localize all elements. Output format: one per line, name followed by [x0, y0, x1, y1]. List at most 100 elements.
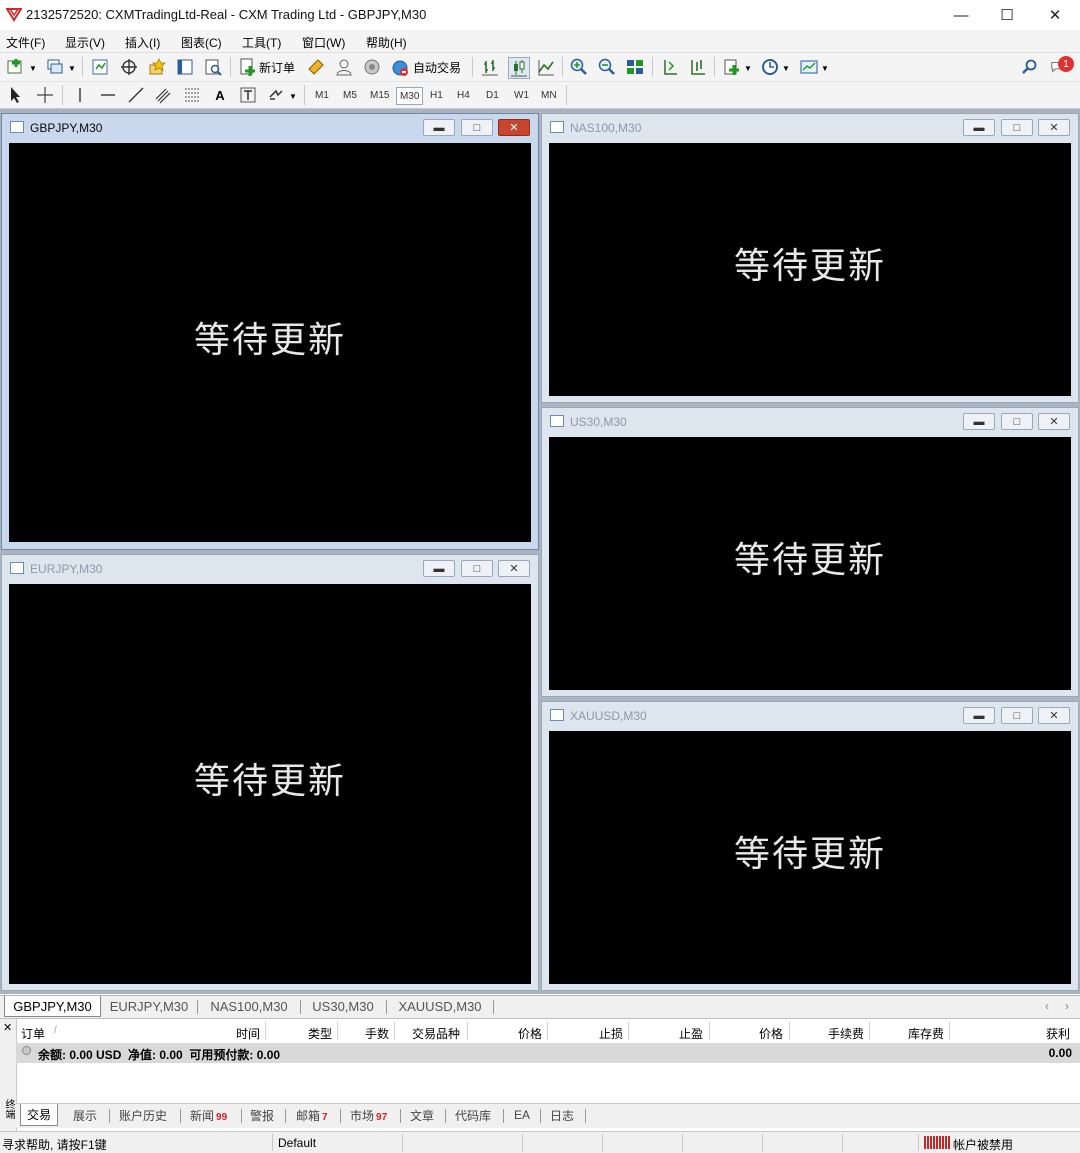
chart-window-gbpjpy[interactable]: GBPJPY,M30 ▬ □ ✕ 等待更新: [1, 113, 539, 550]
col-lots[interactable]: 手数: [365, 1025, 389, 1042]
col-price[interactable]: 价格: [518, 1025, 542, 1042]
line-chart-icon[interactable]: [536, 57, 556, 77]
chart-tab-gbpjpy[interactable]: GBPJPY,M30: [4, 996, 101, 1017]
col-stop-loss[interactable]: 止损: [599, 1025, 623, 1042]
vertical-line-icon[interactable]: [70, 85, 90, 105]
templates-dropdown-icon[interactable]: ▼: [821, 64, 829, 73]
auto-trading-icon[interactable]: [390, 57, 410, 77]
auto-scroll-icon[interactable]: [660, 57, 680, 77]
candlestick-chart-icon[interactable]: [508, 57, 530, 79]
indicators-dropdown-icon[interactable]: ▼: [744, 64, 752, 73]
col-type[interactable]: 类型: [308, 1025, 332, 1042]
terminal-tab-mailbox[interactable]: 邮箱 7: [296, 1104, 328, 1126]
tabs-scroll-left-icon[interactable]: ‹: [1045, 999, 1049, 1013]
tile-windows-icon[interactable]: [625, 57, 645, 77]
arrow-objects-dropdown-icon[interactable]: ▼: [289, 92, 297, 101]
text-label-icon[interactable]: [238, 85, 258, 105]
market-icon[interactable]: [362, 57, 382, 77]
terminal-tab-exposure[interactable]: 展示: [73, 1104, 97, 1126]
text-tool-icon[interactable]: A: [210, 85, 230, 105]
timeframe-m30[interactable]: M30: [396, 87, 424, 105]
terminal-tab-articles[interactable]: 文章: [410, 1104, 434, 1126]
timeframe-w1[interactable]: W1: [511, 87, 532, 103]
chart-window-eurjpy[interactable]: EURJPY,M30 ▬ □ ✕ 等待更新: [1, 554, 539, 991]
timeframe-h1[interactable]: H1: [427, 87, 446, 103]
col-take-profit[interactable]: 止盈: [679, 1025, 703, 1042]
balance-row[interactable]: 余额: 0.00 USD 净值: 0.00 可用预付款: 0.00 0.00: [16, 1043, 1080, 1063]
metaeditor-icon[interactable]: [306, 57, 326, 77]
terminal-tab-journal[interactable]: 日志: [550, 1104, 574, 1126]
horizontal-line-icon[interactable]: [98, 85, 118, 105]
chart-window-xauusd[interactable]: XAUUSD,M30 ▬ □ ✕ 等待更新: [541, 701, 1079, 991]
chart-minimize-button[interactable]: ▬: [963, 413, 995, 430]
chart-canvas[interactable]: 等待更新: [549, 437, 1071, 690]
col-profit[interactable]: 获利: [1046, 1025, 1070, 1042]
chart-canvas[interactable]: 等待更新: [9, 584, 531, 984]
crosshair-icon[interactable]: [35, 85, 55, 105]
menu-insert[interactable]: 插入(I): [125, 34, 160, 51]
connection-disabled-icon[interactable]: [924, 1136, 950, 1152]
new-chart-dropdown-icon[interactable]: ▼: [29, 64, 37, 73]
terminal-tab-alerts[interactable]: 警报: [250, 1104, 274, 1126]
chart-minimize-button[interactable]: ▬: [423, 119, 455, 136]
new-order-icon[interactable]: [238, 57, 258, 77]
profiles-dropdown-icon[interactable]: ▼: [68, 64, 76, 73]
bar-chart-icon[interactable]: [480, 57, 500, 77]
terminal-window-icon[interactable]: [175, 57, 195, 77]
terminal-tab-market[interactable]: 市场 97: [350, 1104, 387, 1126]
timeframe-m5[interactable]: M5: [340, 87, 360, 103]
col-symbol[interactable]: 交易品种: [412, 1025, 460, 1042]
market-watch-icon[interactable]: [90, 57, 110, 77]
auto-trading-button[interactable]: 自动交易: [413, 59, 461, 76]
fibonacci-icon[interactable]: [182, 85, 202, 105]
terminal-tab-experts[interactable]: EA: [514, 1104, 530, 1126]
search-icon[interactable]: [1020, 57, 1040, 77]
timeframe-m15[interactable]: M15: [367, 87, 392, 103]
chart-minimize-button[interactable]: ▬: [963, 707, 995, 724]
templates-icon[interactable]: [799, 57, 819, 77]
chart-maximize-button[interactable]: □: [1001, 413, 1033, 430]
menu-charts[interactable]: 图表(C): [181, 34, 222, 51]
chart-maximize-button[interactable]: □: [461, 119, 493, 136]
new-order-button[interactable]: 新订单: [259, 59, 295, 76]
col-current-price[interactable]: 价格: [759, 1025, 783, 1042]
col-order[interactable]: 订单: [21, 1025, 45, 1042]
terminal-tab-code-base[interactable]: 代码库: [455, 1104, 491, 1126]
chart-tab-eurjpy[interactable]: EURJPY,M30: [104, 996, 194, 1017]
terminal-close-icon[interactable]: ✕: [3, 1021, 12, 1034]
chart-canvas[interactable]: 等待更新: [9, 143, 531, 542]
signals-icon[interactable]: [334, 57, 354, 77]
equidistant-channel-icon[interactable]: [154, 85, 174, 105]
tabs-scroll-right-icon[interactable]: ›: [1065, 999, 1069, 1013]
chart-minimize-button[interactable]: ▬: [423, 560, 455, 577]
chart-maximize-button[interactable]: □: [1001, 707, 1033, 724]
timeframe-d1[interactable]: D1: [483, 87, 502, 103]
timeframe-m1[interactable]: M1: [312, 87, 332, 103]
menu-file[interactable]: 文件(F): [6, 34, 45, 51]
chart-close-button[interactable]: ✕: [1038, 413, 1070, 430]
chart-tab-xauusd[interactable]: XAUUSD,M30: [390, 996, 490, 1017]
maximize-button[interactable]: ☐: [984, 0, 1030, 30]
chart-tab-nas100[interactable]: NAS100,M30: [201, 996, 297, 1017]
close-button[interactable]: ✕: [1032, 0, 1078, 30]
chart-canvas[interactable]: 等待更新: [549, 731, 1071, 984]
status-profile[interactable]: Default: [278, 1136, 316, 1150]
periods-icon[interactable]: [760, 57, 780, 77]
col-commission[interactable]: 手续费: [828, 1025, 864, 1042]
chart-minimize-button[interactable]: ▬: [963, 119, 995, 136]
menu-tools[interactable]: 工具(T): [242, 34, 281, 51]
chart-maximize-button[interactable]: □: [1001, 119, 1033, 136]
cursor-icon[interactable]: [6, 85, 26, 105]
chart-shift-icon[interactable]: [688, 57, 708, 77]
terminal-tab-news[interactable]: 新闻 99: [190, 1104, 227, 1126]
indicators-icon[interactable]: [722, 57, 742, 77]
chart-window-us30[interactable]: US30,M30 ▬ □ ✕ 等待更新: [541, 407, 1079, 697]
menu-view[interactable]: 显示(V): [65, 34, 105, 51]
chart-close-button[interactable]: ✕: [498, 560, 530, 577]
col-time[interactable]: 时间: [236, 1025, 260, 1042]
minimize-button[interactable]: —: [938, 0, 984, 30]
zoom-out-icon[interactable]: [597, 57, 617, 77]
profiles-icon[interactable]: [45, 57, 65, 77]
new-chart-icon[interactable]: [6, 57, 26, 77]
data-window-icon[interactable]: [119, 57, 139, 77]
